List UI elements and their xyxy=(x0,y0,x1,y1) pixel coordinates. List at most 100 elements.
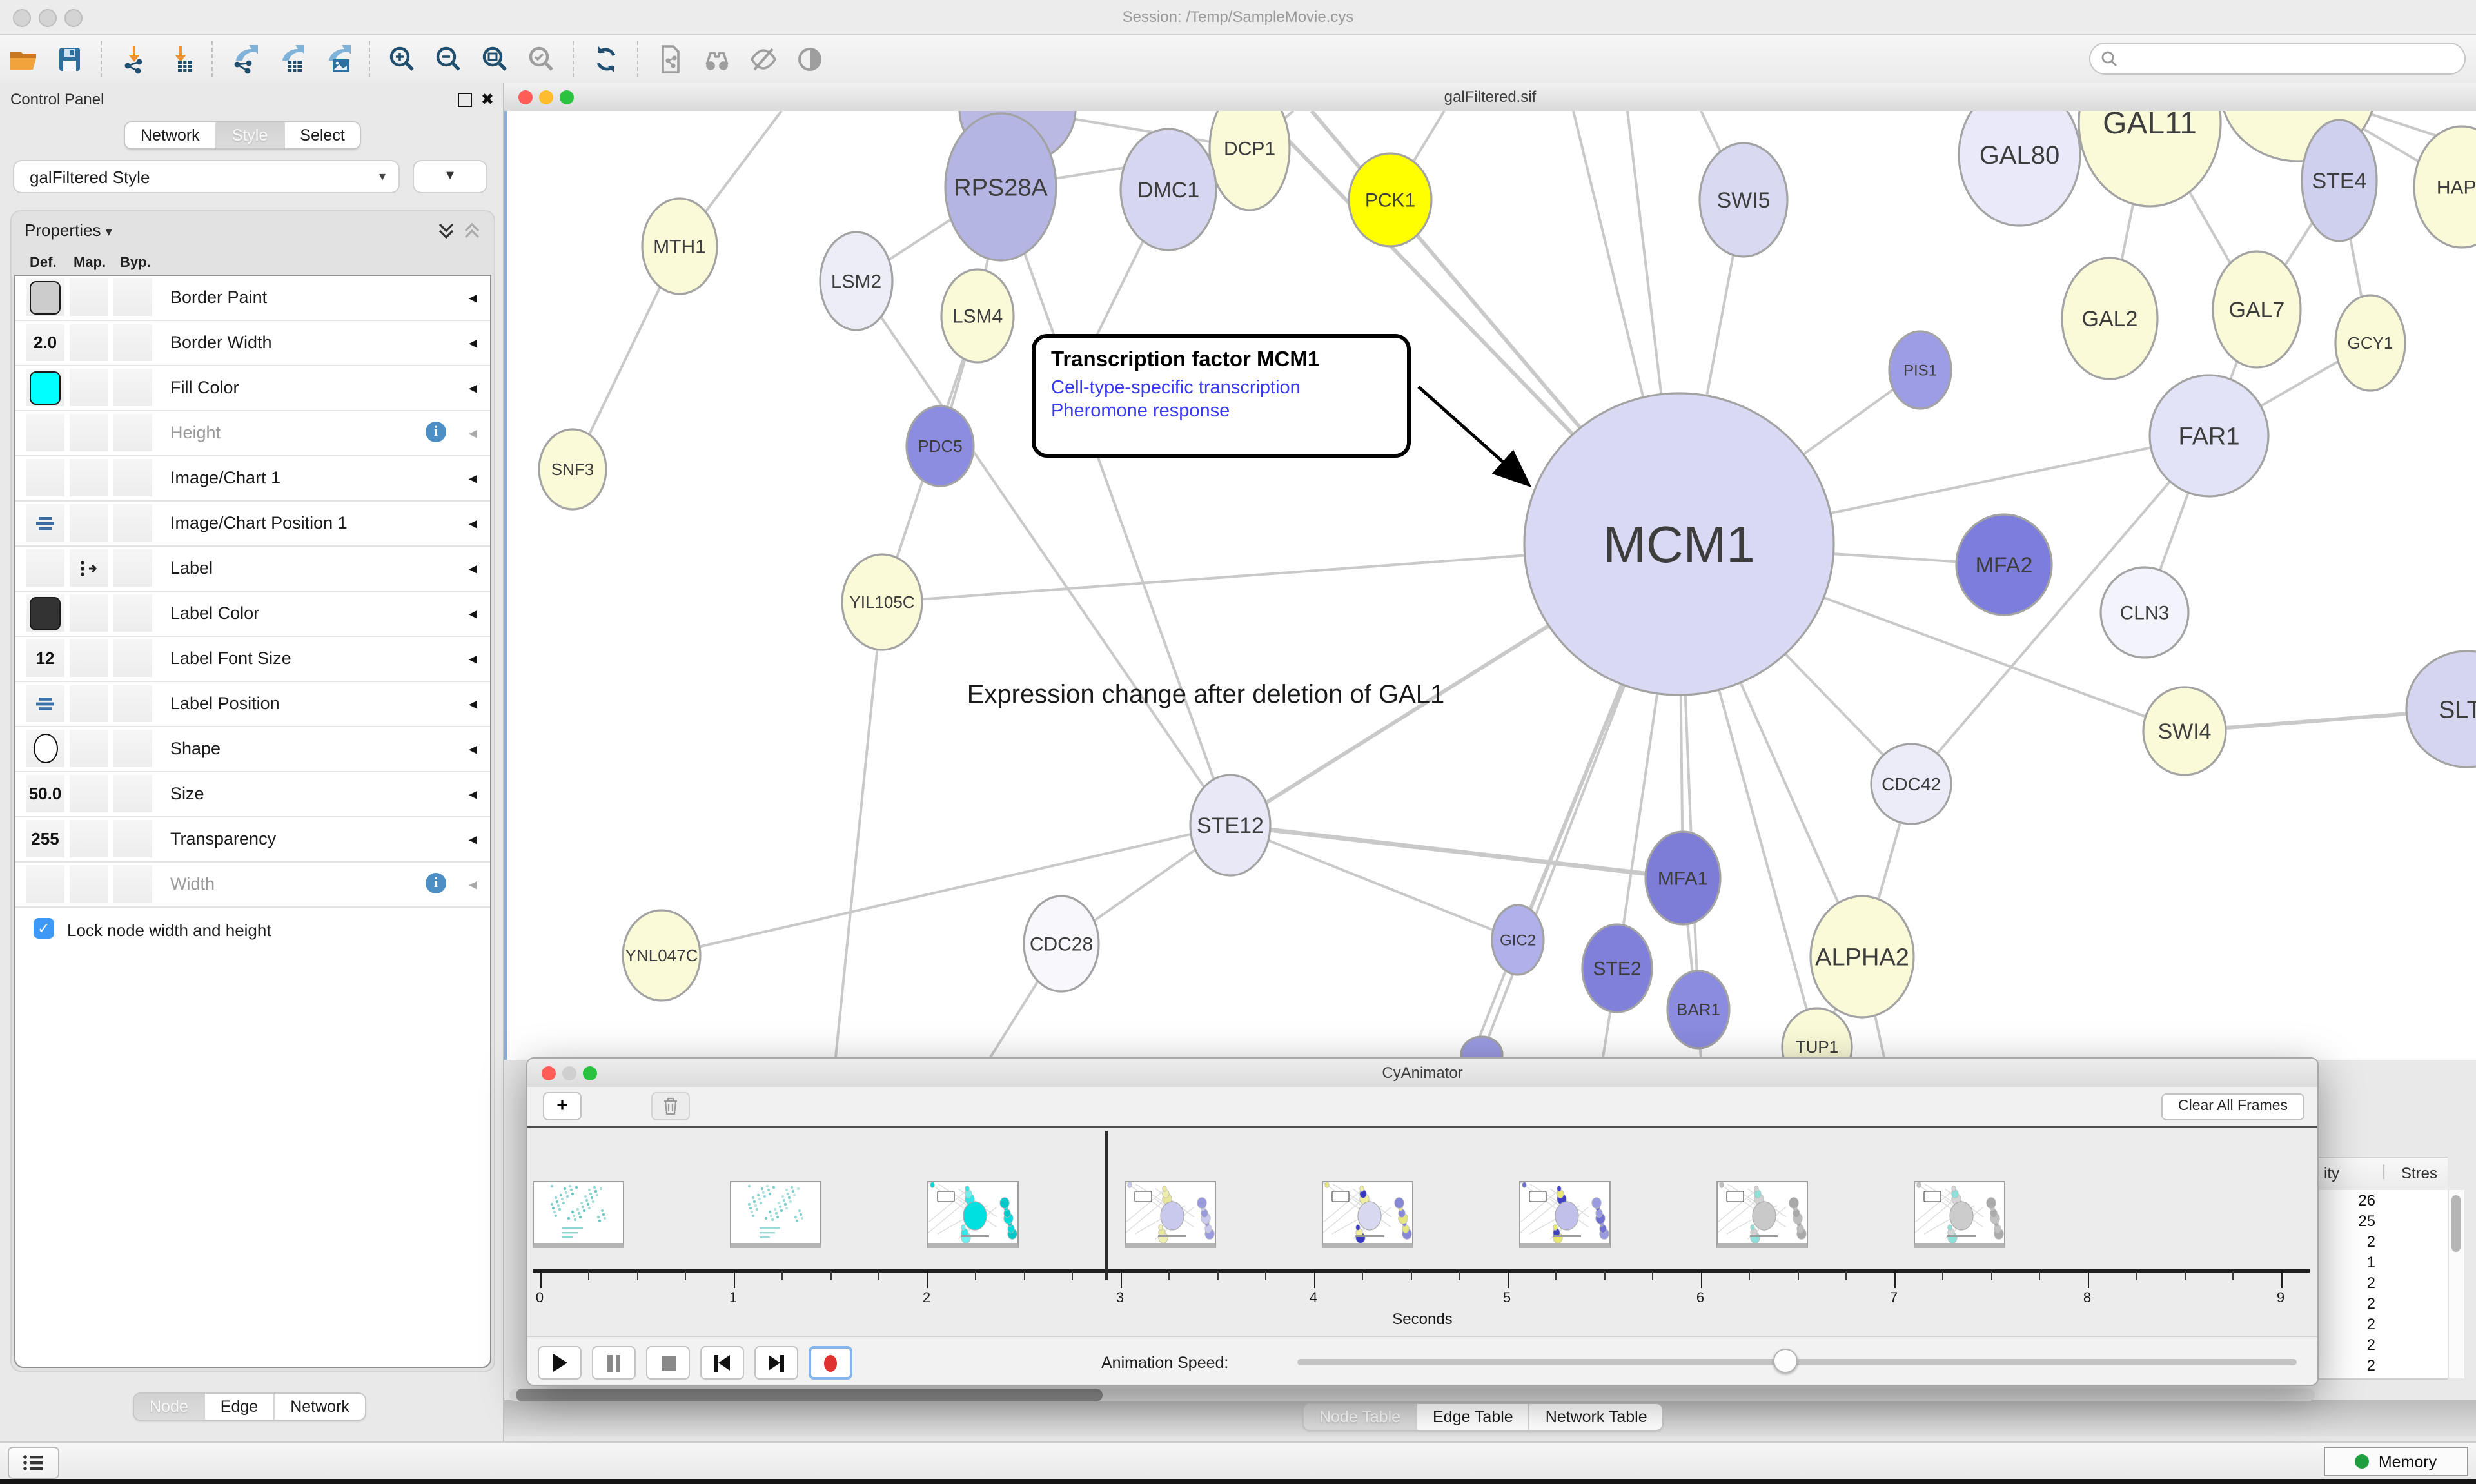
tab-edge-table[interactable]: Edge Table xyxy=(1417,1404,1530,1430)
skip-to-end-button[interactable] xyxy=(754,1346,798,1380)
export-network-icon[interactable] xyxy=(226,42,264,75)
bypass-cell[interactable] xyxy=(113,730,152,767)
bypass-cell[interactable] xyxy=(113,369,152,406)
binoculars-icon[interactable] xyxy=(698,42,736,75)
table-cell[interactable]: 2 xyxy=(2319,1231,2375,1252)
style-options-button[interactable]: ▼ xyxy=(413,160,487,193)
stop-button[interactable] xyxy=(646,1346,690,1380)
default-value-cell[interactable] xyxy=(26,685,64,722)
table-body[interactable]: 26252122222 xyxy=(2319,1190,2448,1380)
node-GAL80[interactable]: GAL80 xyxy=(1959,111,2080,226)
node-YNL047C[interactable]: YNL047C xyxy=(623,910,700,1001)
info-icon[interactable]: i xyxy=(426,873,446,893)
property-row-label-font-size[interactable]: 12Label Font Size◂ xyxy=(15,637,490,682)
pause-button[interactable] xyxy=(592,1346,636,1380)
frame-thumbnail-3[interactable] xyxy=(1125,1181,1216,1248)
mapping-cell[interactable] xyxy=(70,324,108,361)
node-MFA1[interactable]: MFA1 xyxy=(1646,832,1720,924)
table-cell[interactable]: 25 xyxy=(2319,1211,2375,1231)
table-cell[interactable]: 2 xyxy=(2319,1334,2375,1355)
expand-row-icon[interactable]: ◂ xyxy=(469,649,477,669)
mapping-cell[interactable] xyxy=(70,459,108,496)
export-image-icon[interactable] xyxy=(319,42,357,75)
mapping-cell[interactable] xyxy=(70,775,108,812)
search-field[interactable] xyxy=(2089,43,2466,75)
property-row-border-width[interactable]: 2.0Border Width◂ xyxy=(15,321,490,366)
node-TUP1[interactable]: TUP1 xyxy=(1782,1008,1852,1060)
node-CDC42[interactable]: CDC42 xyxy=(1871,744,1951,824)
node-BOT1[interactable] xyxy=(1461,1037,1502,1060)
playhead[interactable] xyxy=(1105,1131,1107,1280)
default-value-cell[interactable]: 255 xyxy=(26,820,64,857)
mapping-cell[interactable] xyxy=(70,369,108,406)
default-value-cell[interactable] xyxy=(26,504,64,542)
default-value-cell[interactable] xyxy=(26,278,64,316)
mapping-cell[interactable] xyxy=(70,549,108,587)
record-button[interactable] xyxy=(809,1346,852,1380)
zoom-in-icon[interactable] xyxy=(383,42,422,75)
hide-panel-icon[interactable] xyxy=(744,42,783,75)
expand-row-icon[interactable]: ◂ xyxy=(469,784,477,805)
import-network-icon[interactable] xyxy=(115,42,153,75)
table-cell[interactable]: 2 xyxy=(2319,1293,2375,1314)
property-row-width[interactable]: Widthi◂ xyxy=(15,863,490,908)
delete-frame-button[interactable] xyxy=(651,1092,690,1120)
node-YIL105C[interactable]: YIL105C xyxy=(842,554,922,650)
refresh-layout-icon[interactable] xyxy=(587,42,625,75)
float-window-icon[interactable] xyxy=(458,93,472,107)
node-MCM1[interactable]: MCM1 xyxy=(1524,393,1834,695)
bypass-cell[interactable] xyxy=(113,775,152,812)
tab-network-table[interactable]: Network Table xyxy=(1530,1404,1663,1430)
default-value-cell[interactable] xyxy=(26,549,64,587)
tab-network-style[interactable]: Network xyxy=(275,1394,365,1420)
tab-select[interactable]: Select xyxy=(284,122,360,148)
annotation-link-1[interactable]: Cell-type-specific transcription xyxy=(1051,378,1391,398)
node-CDC28[interactable]: CDC28 xyxy=(1024,896,1099,991)
table-vertical-scrollbar[interactable] xyxy=(2448,1190,2464,1378)
annotation-link-2[interactable]: Pheromone response xyxy=(1051,401,1391,422)
node-SLT2[interactable]: SLT2 xyxy=(2406,651,2476,767)
mapping-cell[interactable] xyxy=(70,504,108,542)
node-GCY1[interactable]: GCY1 xyxy=(2335,295,2405,391)
default-value-cell[interactable] xyxy=(26,459,64,496)
tab-node-table[interactable]: Node Table xyxy=(1304,1404,1417,1430)
zoom-selected-icon[interactable] xyxy=(522,42,561,75)
network-file-icon[interactable] xyxy=(651,42,690,75)
property-row-image-chart-position-1[interactable]: Image/Chart Position 1◂ xyxy=(15,502,490,547)
mapping-cell[interactable] xyxy=(70,414,108,451)
memory-button[interactable]: Memory xyxy=(2324,1447,2468,1476)
frame-thumbnail-4[interactable] xyxy=(1322,1181,1413,1248)
show-panel-icon[interactable] xyxy=(791,42,829,75)
default-value-cell[interactable]: 12 xyxy=(26,639,64,677)
collapse-all-icon[interactable] xyxy=(463,222,481,240)
default-value-cell[interactable]: 2.0 xyxy=(26,324,64,361)
tab-edge[interactable]: Edge xyxy=(205,1394,275,1420)
table-horizontal-scrollbar[interactable] xyxy=(509,1389,2315,1401)
node-HAP2[interactable]: HAP2 xyxy=(2414,126,2476,248)
frame-thumbnail-0[interactable] xyxy=(533,1181,624,1248)
node-RPS28A[interactable]: RPS28A xyxy=(945,113,1056,260)
mapping-cell[interactable] xyxy=(70,730,108,767)
node-FAR1[interactable]: FAR1 xyxy=(2150,375,2268,496)
property-row-label[interactable]: Label◂ xyxy=(15,547,490,592)
import-table-icon[interactable] xyxy=(161,42,200,75)
node-PCK1[interactable]: PCK1 xyxy=(1349,153,1431,246)
expand-row-icon[interactable]: ◂ xyxy=(469,378,477,398)
node-GAL2[interactable]: GAL2 xyxy=(2062,258,2157,379)
node-ALPHA2[interactable]: ALPHA2 xyxy=(1811,896,1914,1017)
node-DCP1[interactable]: DCP1 xyxy=(1210,111,1290,210)
node-PDC5[interactable]: PDC5 xyxy=(907,406,974,486)
expand-row-icon[interactable]: ◂ xyxy=(469,694,477,714)
expand-row-icon[interactable]: ◂ xyxy=(469,558,477,579)
node-GIC2[interactable]: GIC2 xyxy=(1492,905,1544,975)
node-SWI4[interactable]: SWI4 xyxy=(2143,687,2226,775)
node-BAR1[interactable]: BAR1 xyxy=(1667,971,1729,1048)
scrollbar-thumb[interactable] xyxy=(2451,1195,2461,1252)
tab-network[interactable]: Network xyxy=(125,122,217,148)
bypass-cell[interactable] xyxy=(113,594,152,632)
bypass-cell[interactable] xyxy=(113,504,152,542)
annotation-box[interactable]: Transcription factor MCM1 Cell-type-spec… xyxy=(1032,334,1411,458)
bypass-cell[interactable] xyxy=(113,865,152,903)
node-MFA2[interactable]: MFA2 xyxy=(1956,514,2052,615)
expand-row-icon[interactable]: ◂ xyxy=(469,603,477,624)
